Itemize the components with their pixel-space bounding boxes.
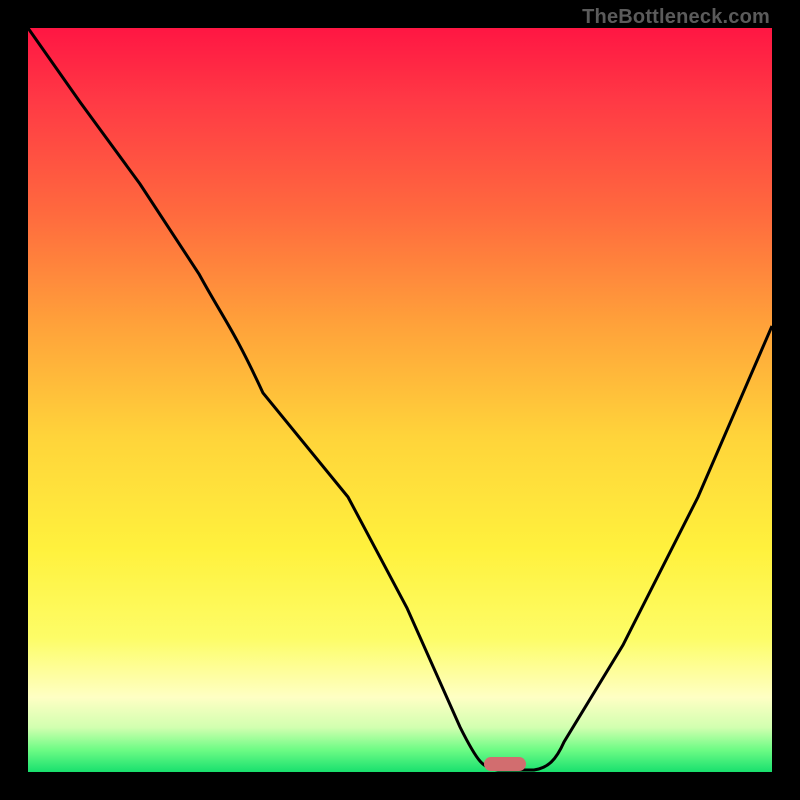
optimal-marker xyxy=(484,757,526,771)
attribution-text: TheBottleneck.com xyxy=(582,6,770,29)
curve-path xyxy=(28,28,772,770)
chart-stage: TheBottleneck.com xyxy=(0,0,800,800)
plot-area xyxy=(28,28,772,772)
bottleneck-curve xyxy=(28,28,772,772)
